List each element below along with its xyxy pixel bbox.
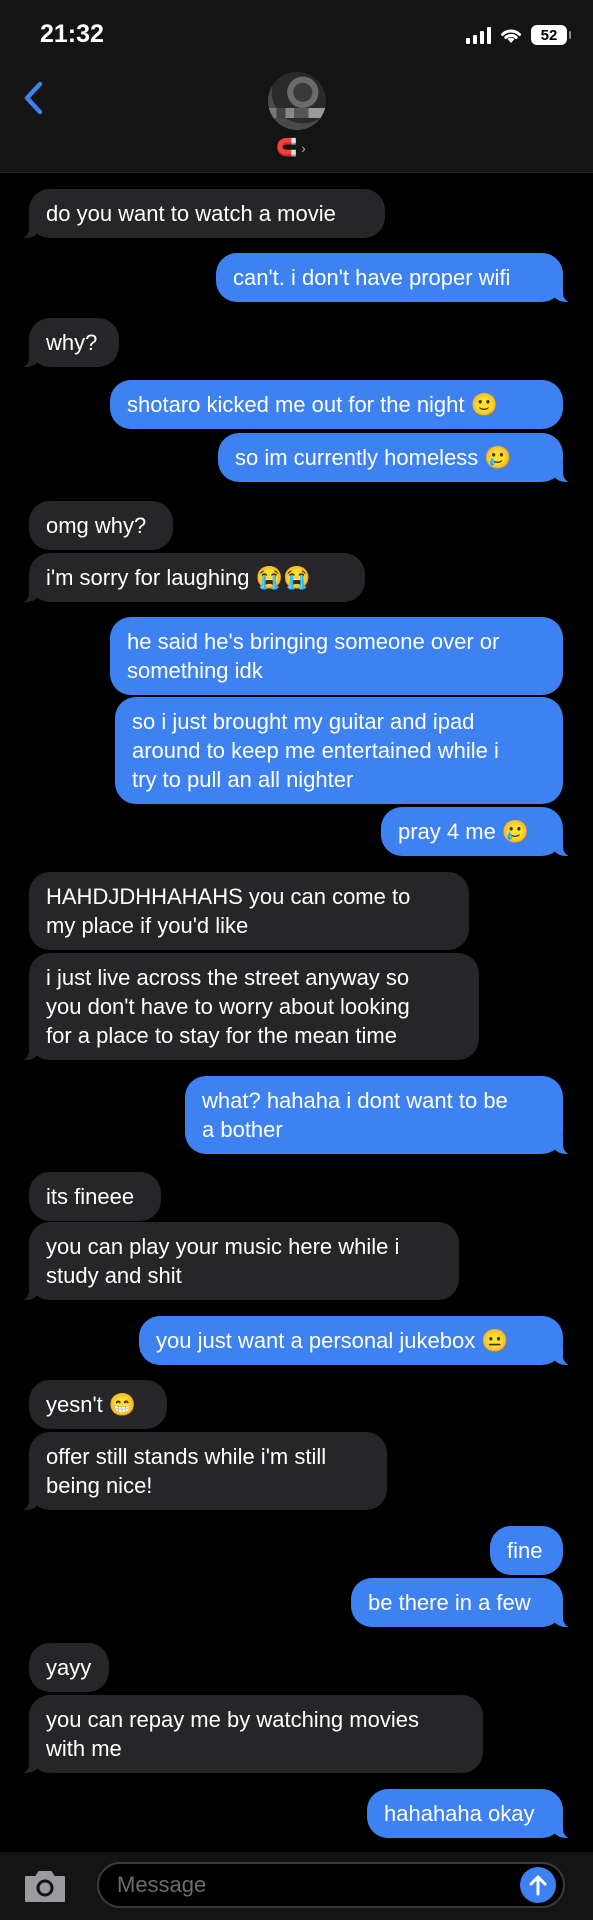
message-received: offer still stands while i'm still being…	[17, 1432, 387, 1511]
message-received: why?	[17, 318, 119, 368]
wifi-icon	[501, 29, 521, 43]
battery-level: 52	[540, 26, 558, 44]
arrow-up-icon	[529, 1875, 547, 1896]
message-received: HAHDJDHHAHAHS you can come to my place i…	[29, 872, 469, 950]
avatar[interactable]	[268, 72, 326, 130]
send-button[interactable]	[520, 1867, 556, 1903]
chevron-left-icon[interactable]	[18, 78, 52, 118]
message-received: yayy	[29, 1643, 109, 1692]
magnet-icon: 🧲	[276, 138, 298, 157]
message-received: its fineee	[29, 1172, 161, 1221]
message-sent: pray 4 me 🥲	[381, 807, 575, 857]
message-sent: so i just brought my guitar and ipad aro…	[115, 697, 563, 804]
message-received: you can play your music here while i stu…	[17, 1222, 459, 1301]
message-sent: shotaro kicked me out for the night 🙂	[110, 380, 563, 429]
message-sent: you just want a personal jukebox 😐	[139, 1316, 575, 1366]
message-input[interactable]	[97, 1862, 565, 1908]
message-received: i just live across the street anyway so …	[17, 953, 479, 1061]
message-received: yesn't 😁	[29, 1380, 167, 1429]
chevron-right-icon: ›	[301, 140, 306, 156]
message-received: do you want to watch a movie	[17, 189, 385, 239]
camera-icon[interactable]	[22, 1868, 68, 1904]
message-sent: so im currently homeless 🥲	[218, 433, 575, 483]
battery-icon: 52	[531, 25, 571, 45]
avatar-photo	[268, 108, 326, 118]
status-icons: 52	[466, 22, 571, 48]
message-sent: he said he's bringing someone over or so…	[110, 617, 563, 695]
compose-bar	[0, 1852, 593, 1920]
message-sent: hahahaha okay	[367, 1789, 575, 1839]
messages-screen: 21:32 52 🧲 › do you want to watch a movi…	[0, 0, 593, 1920]
signal-icon	[466, 26, 491, 44]
conversation-header: 21:32 52 🧲 ›	[0, 0, 593, 173]
message-sent: what? hahaha i dont want to be a bother	[185, 1076, 575, 1155]
message-sent: be there in a few	[351, 1578, 575, 1628]
message-sent: fine	[490, 1526, 563, 1575]
message-received: i'm sorry for laughing 😭😭	[17, 553, 365, 603]
message-received: you can repay me by watching movies with…	[17, 1695, 483, 1774]
message-received: omg why?	[29, 501, 173, 550]
contact-name[interactable]: 🧲 ›	[276, 138, 306, 158]
status-time: 21:32	[40, 20, 104, 48]
message-sent: can't. i don't have proper wifi	[216, 253, 575, 303]
